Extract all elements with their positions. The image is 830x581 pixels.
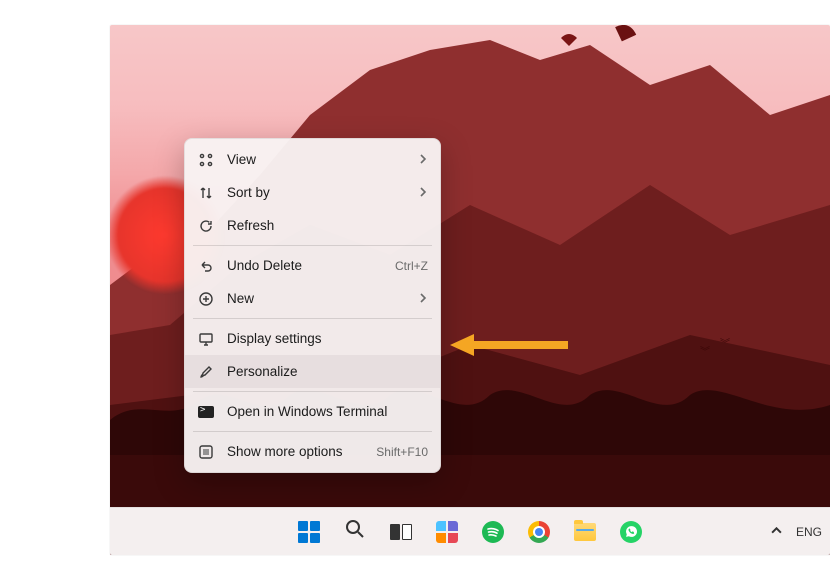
menu-item-label: Refresh <box>227 218 428 233</box>
grid-icon <box>197 151 215 169</box>
refresh-icon <box>197 217 215 235</box>
menu-separator <box>193 318 432 319</box>
chrome-icon <box>528 521 550 543</box>
menu-item-label: Open in Windows Terminal <box>227 404 428 419</box>
spotify-icon <box>482 521 504 543</box>
search-button[interactable] <box>336 513 374 551</box>
terminal-icon <box>197 403 215 421</box>
menu-item-label: Sort by <box>227 185 406 200</box>
widgets-icon <box>436 521 458 543</box>
menu-item-accelerator: Shift+F10 <box>376 445 428 459</box>
annotation-arrow <box>450 330 570 360</box>
menu-item-sort-by[interactable]: Sort by <box>185 176 440 209</box>
sort-icon <box>197 184 215 202</box>
whatsapp-button[interactable] <box>612 513 650 551</box>
menu-item-display-settings[interactable]: Display settings <box>185 322 440 355</box>
spotify-button[interactable] <box>474 513 512 551</box>
tray-overflow-button[interactable] <box>771 525 782 539</box>
taskbar: ENG <box>110 507 830 555</box>
wallpaper-paraglider <box>560 31 578 52</box>
task-view-icon <box>390 521 412 543</box>
wallpaper-bird: ︾ <box>720 335 730 350</box>
undo-icon <box>197 257 215 275</box>
menu-item-refresh[interactable]: Refresh <box>185 209 440 242</box>
whatsapp-icon <box>620 521 642 543</box>
menu-item-label: Show more options <box>227 444 364 459</box>
chevron-right-icon <box>418 291 428 306</box>
menu-item-undo-delete[interactable]: Undo Delete Ctrl+Z <box>185 249 440 282</box>
wallpaper-bird: ︾ <box>700 343 710 358</box>
display-icon <box>197 330 215 348</box>
desktop-wallpaper-area[interactable]: ︾ ︾ View Sort by Refresh Undo Delete Ctr… <box>110 25 830 555</box>
file-explorer-button[interactable] <box>566 513 604 551</box>
menu-item-new[interactable]: New <box>185 282 440 315</box>
widgets-button[interactable] <box>428 513 466 551</box>
chrome-button[interactable] <box>520 513 558 551</box>
chevron-right-icon <box>418 185 428 200</box>
menu-item-label: New <box>227 291 406 306</box>
start-button[interactable] <box>290 513 328 551</box>
menu-item-open-terminal[interactable]: Open in Windows Terminal <box>185 395 440 428</box>
menu-item-label: Display settings <box>227 331 428 346</box>
brush-icon <box>197 363 215 381</box>
search-icon <box>344 518 366 545</box>
menu-item-label: Undo Delete <box>227 258 383 273</box>
menu-separator <box>193 431 432 432</box>
menu-item-personalize[interactable]: Personalize <box>185 355 440 388</box>
plus-icon <box>197 290 215 308</box>
menu-item-view[interactable]: View <box>185 143 440 176</box>
language-indicator[interactable]: ENG <box>796 525 822 539</box>
desktop-context-menu: View Sort by Refresh Undo Delete Ctrl+Z … <box>184 138 441 473</box>
menu-separator <box>193 391 432 392</box>
menu-item-show-more-options[interactable]: Show more options Shift+F10 <box>185 435 440 468</box>
chevron-right-icon <box>418 152 428 167</box>
taskbar-pinned-apps <box>290 513 650 551</box>
menu-separator <box>193 245 432 246</box>
more-icon <box>197 443 215 461</box>
menu-item-label: Personalize <box>227 364 428 379</box>
menu-item-accelerator: Ctrl+Z <box>395 259 428 273</box>
task-view-button[interactable] <box>382 513 420 551</box>
folder-icon <box>574 523 596 541</box>
menu-item-label: View <box>227 152 406 167</box>
system-tray: ENG <box>771 525 822 539</box>
